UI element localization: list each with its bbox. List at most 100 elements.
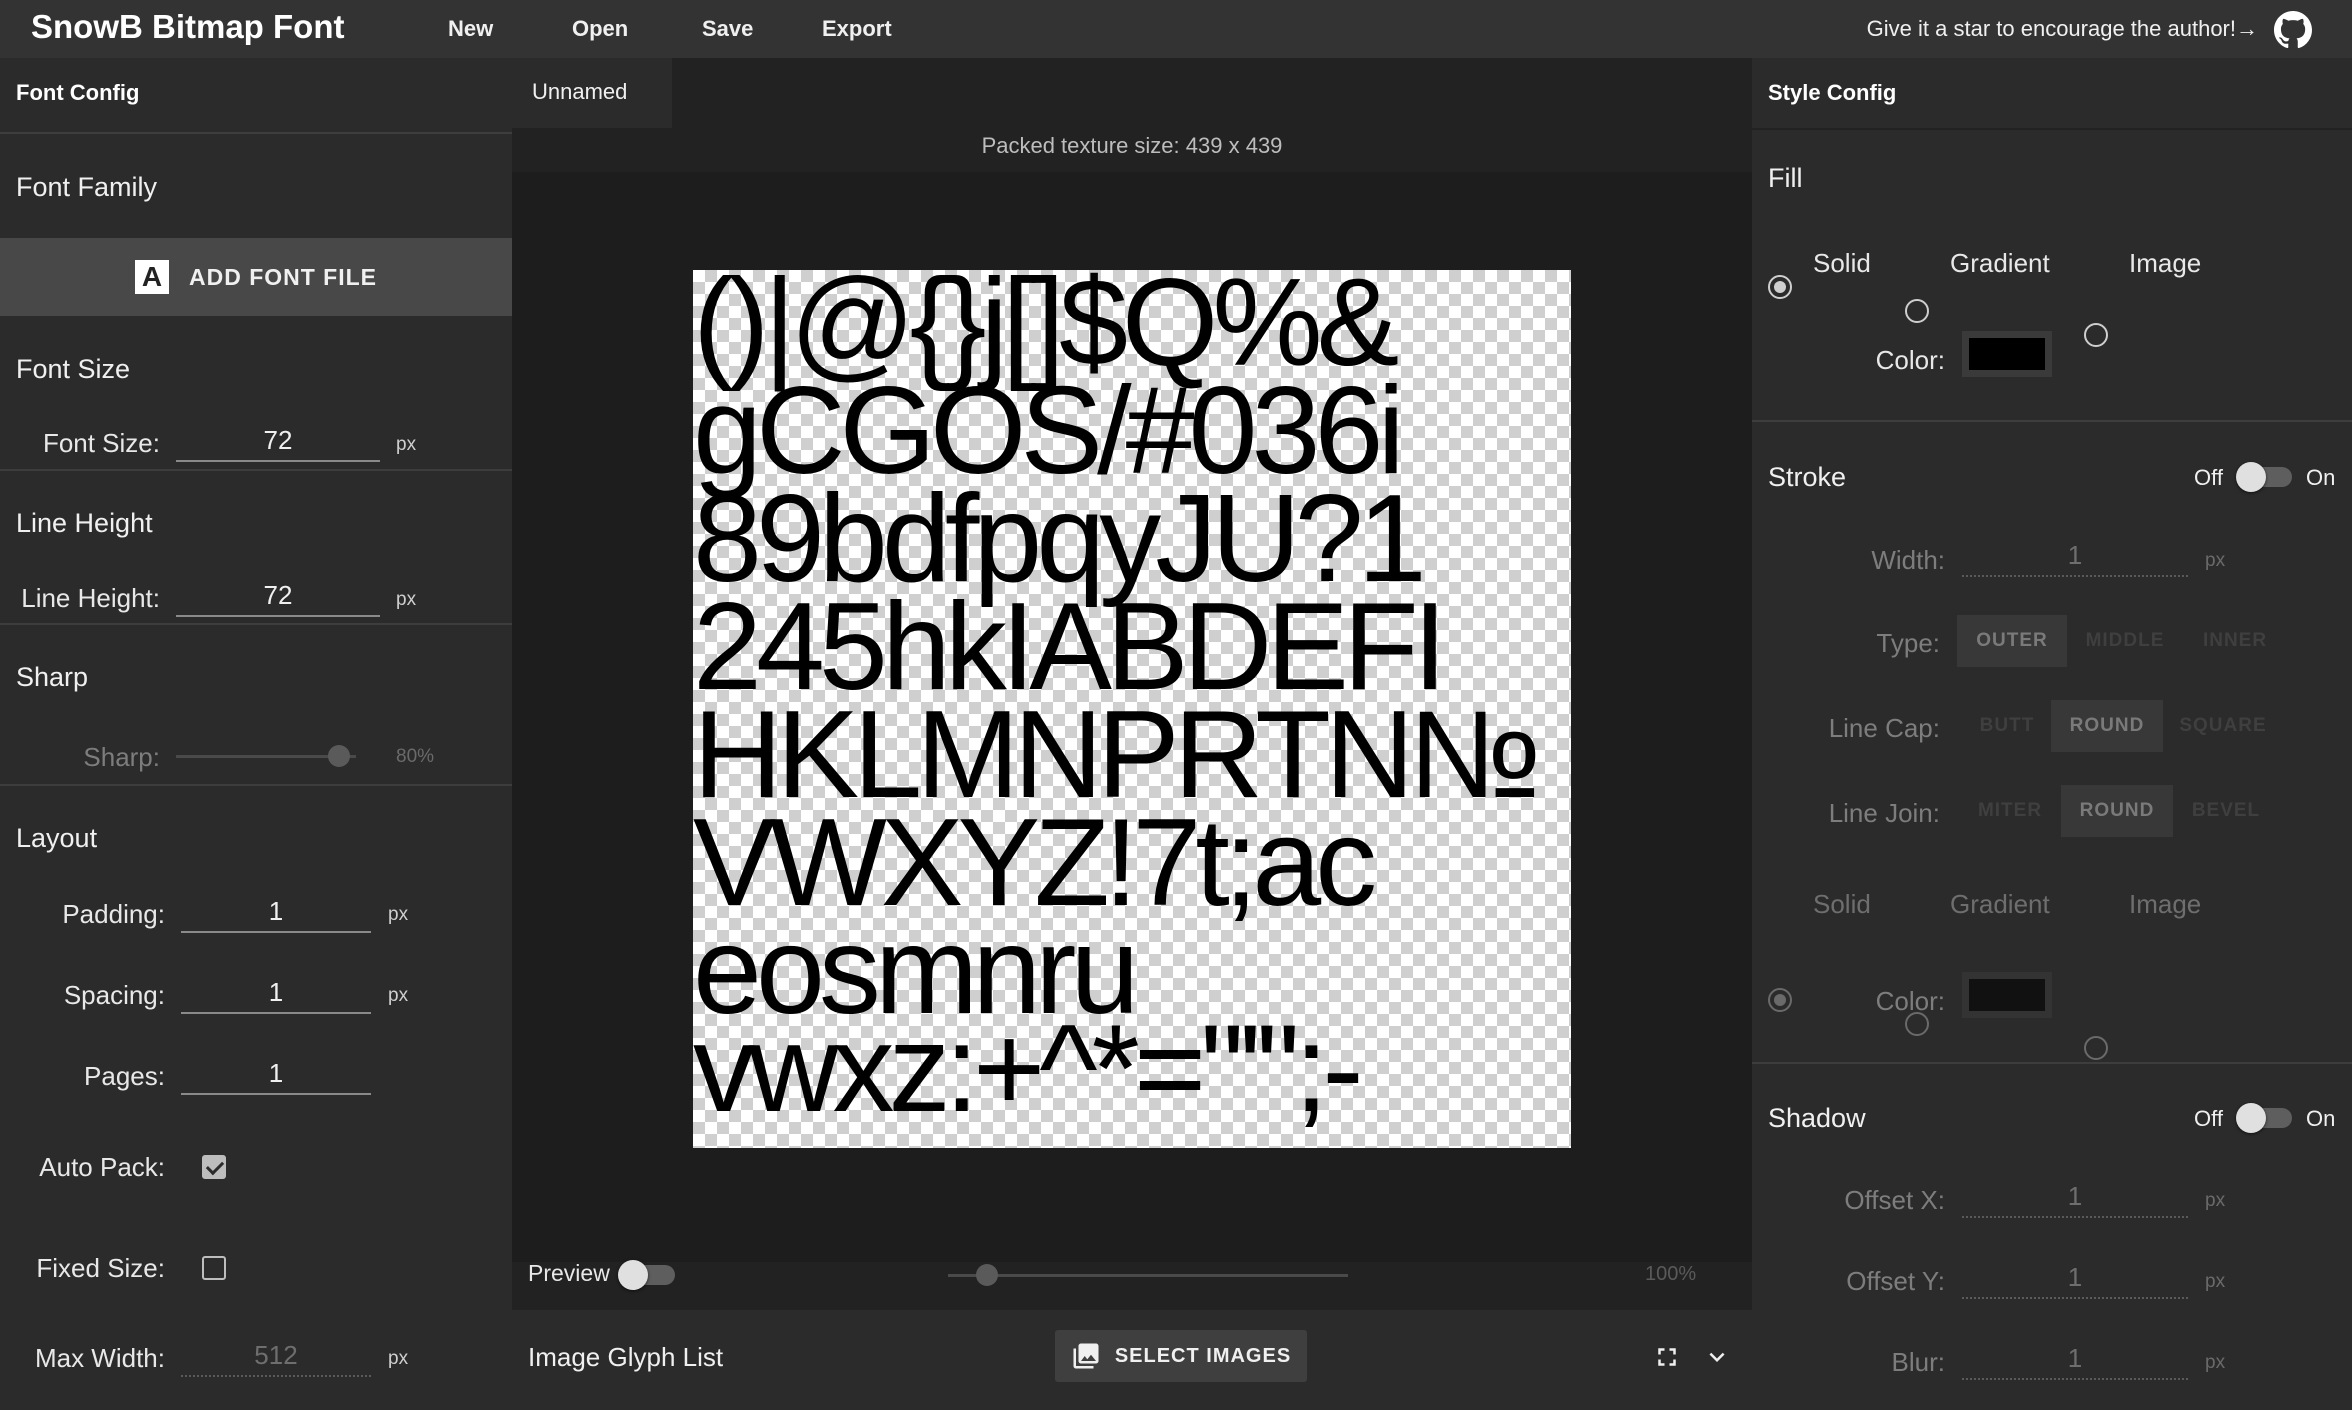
menu-new[interactable]: New — [448, 16, 493, 42]
stroke-gradient-label: Gradient — [1950, 889, 2050, 919]
image-glyph-list-title: Image Glyph List — [528, 1342, 724, 1372]
sharp-title: Sharp — [16, 662, 89, 692]
add-font-file-button[interactable]: A ADD FONT FILE — [0, 238, 512, 316]
image-gallery-icon — [1073, 1343, 1099, 1369]
select-images-label: SELECT IMAGES — [1114, 1344, 1292, 1367]
github-icon[interactable] — [2274, 11, 2312, 49]
auto-pack-label: Auto Pack: — [39, 1152, 165, 1182]
shadow-off-label: Off — [2194, 1106, 2223, 1131]
shadow-offset-y-input[interactable] — [1962, 1257, 2188, 1299]
star-prompt-link[interactable]: Give it a star to encourage the author!→ — [1867, 16, 2258, 42]
stroke-toggle-knob[interactable] — [2236, 462, 2266, 492]
layout-title: Layout — [16, 823, 98, 853]
line-join-bevel[interactable]: BEVEL — [2176, 785, 2276, 837]
shadow-offset-x-input[interactable] — [1962, 1176, 2188, 1218]
fill-gradient-label: Gradient — [1950, 248, 2050, 278]
max-width-label: Max Width: — [34, 1343, 165, 1373]
padding-input[interactable] — [181, 891, 371, 933]
line-height-unit: px — [396, 589, 417, 610]
divider — [0, 132, 512, 134]
shadow-toggle-knob[interactable] — [2236, 1103, 2266, 1133]
stroke-on-label: On — [2306, 465, 2336, 490]
stroke-line-join-label: Line Join: — [1828, 798, 1940, 828]
fixed-size-checkbox[interactable] — [202, 1256, 226, 1280]
shadow-blur-input[interactable] — [1962, 1338, 2188, 1380]
divider — [0, 469, 512, 471]
stroke-width-label: Width: — [1871, 545, 1945, 575]
sharp-value: 80% — [396, 746, 435, 767]
stroke-width-unit: px — [2205, 550, 2226, 571]
line-cap-round[interactable]: ROUND — [2051, 700, 2163, 752]
shadow-blur-label: Blur: — [1891, 1347, 1945, 1377]
stroke-off-label: Off — [2194, 465, 2223, 490]
line-height-input[interactable] — [176, 575, 380, 617]
stroke-title: Stroke — [1768, 462, 1847, 492]
font-family-title: Font Family — [16, 172, 158, 202]
shadow-offset-y-unit: px — [2205, 1271, 2226, 1292]
spacing-input[interactable] — [181, 972, 371, 1014]
divider — [0, 784, 512, 786]
font-size-unit: px — [396, 434, 417, 455]
select-images-button[interactable]: SELECT IMAGES — [1055, 1330, 1307, 1382]
fullscreen-icon[interactable] — [1652, 1342, 1682, 1372]
divider — [1752, 128, 2352, 130]
stroke-image-label: Image — [2129, 889, 2202, 919]
font-size-label: Font Size: — [42, 428, 160, 458]
stroke-type-label: Type: — [1876, 628, 1940, 658]
fill-image-radio[interactable] — [2084, 323, 2108, 347]
zoom-slider-thumb[interactable] — [976, 1264, 998, 1286]
add-font-file-label: ADD FONT FILE — [188, 263, 378, 290]
line-join-miter[interactable]: MITER — [1962, 785, 2058, 837]
fill-solid-label: Solid — [1813, 248, 1871, 278]
glyph-row: vwxz:+^*="'";- — [693, 1000, 1364, 1138]
stroke-color-chip — [1969, 979, 2045, 1011]
menu-export[interactable]: Export — [822, 16, 892, 42]
line-height-label: Line Height: — [21, 583, 160, 613]
stroke-type-middle[interactable]: MIDDLE — [2070, 615, 2180, 667]
max-width-unit: px — [388, 1348, 409, 1369]
line-cap-butt[interactable]: BUTT — [1962, 700, 2052, 752]
divider — [1752, 1062, 2352, 1064]
spacing-unit: px — [388, 985, 409, 1006]
shadow-title: Shadow — [1768, 1103, 1866, 1133]
auto-pack-checkbox[interactable] — [202, 1155, 226, 1179]
shadow-on-label: On — [2306, 1106, 2336, 1131]
pages-input[interactable] — [181, 1053, 371, 1095]
preview-toggle-knob[interactable] — [618, 1260, 648, 1290]
packed-texture-preview: ()|@{}j[]$Q%& gCGOS/#036i 89bdfpqyJU?1 2… — [693, 270, 1571, 1148]
shadow-blur-unit: px — [2205, 1352, 2226, 1373]
chevron-down-icon[interactable] — [1702, 1342, 1732, 1372]
spacing-label: Spacing: — [63, 980, 165, 1010]
stroke-width-input[interactable] — [1962, 535, 2188, 577]
fixed-size-label: Fixed Size: — [36, 1253, 165, 1283]
stroke-type-outer[interactable]: OUTER — [1957, 615, 2067, 667]
zoom-slider-track[interactable] — [948, 1274, 1348, 1277]
line-height-title: Line Height — [16, 508, 153, 538]
max-width-input[interactable] — [181, 1335, 371, 1377]
shadow-offset-x-label: Offset X: — [1844, 1185, 1945, 1215]
font-size-input[interactable] — [176, 420, 380, 462]
menu-open[interactable]: Open — [572, 16, 628, 42]
shadow-offset-x-unit: px — [2205, 1190, 2226, 1211]
fill-gradient-radio[interactable] — [1905, 299, 1929, 323]
fill-color-label: Color: — [1875, 345, 1945, 375]
zoom-value: 100% — [1645, 1263, 1697, 1285]
pages-label: Pages: — [84, 1061, 165, 1091]
stroke-solid-label: Solid — [1813, 889, 1871, 919]
stroke-type-inner[interactable]: INNER — [2180, 615, 2290, 667]
fill-color-swatch[interactable] — [1962, 331, 2052, 377]
stroke-color-swatch[interactable] — [1962, 972, 2052, 1018]
fill-title: Fill — [1768, 163, 1803, 193]
fill-solid-radio[interactable] — [1768, 275, 1792, 299]
stroke-image-radio[interactable] — [2084, 1036, 2108, 1060]
tab-unnamed[interactable]: Unnamed — [512, 58, 672, 128]
padding-unit: px — [388, 904, 409, 925]
font-config-header: Font Config — [16, 80, 140, 105]
sharp-slider-thumb[interactable] — [328, 745, 350, 767]
line-join-round[interactable]: ROUND — [2061, 785, 2173, 837]
packed-texture-size: Packed texture size: 439 x 439 — [981, 133, 1283, 158]
line-cap-square[interactable]: SQUARE — [2168, 700, 2278, 752]
stroke-solid-radio[interactable] — [1768, 988, 1792, 1012]
fill-color-chip — [1969, 338, 2045, 370]
menu-save[interactable]: Save — [702, 16, 753, 42]
